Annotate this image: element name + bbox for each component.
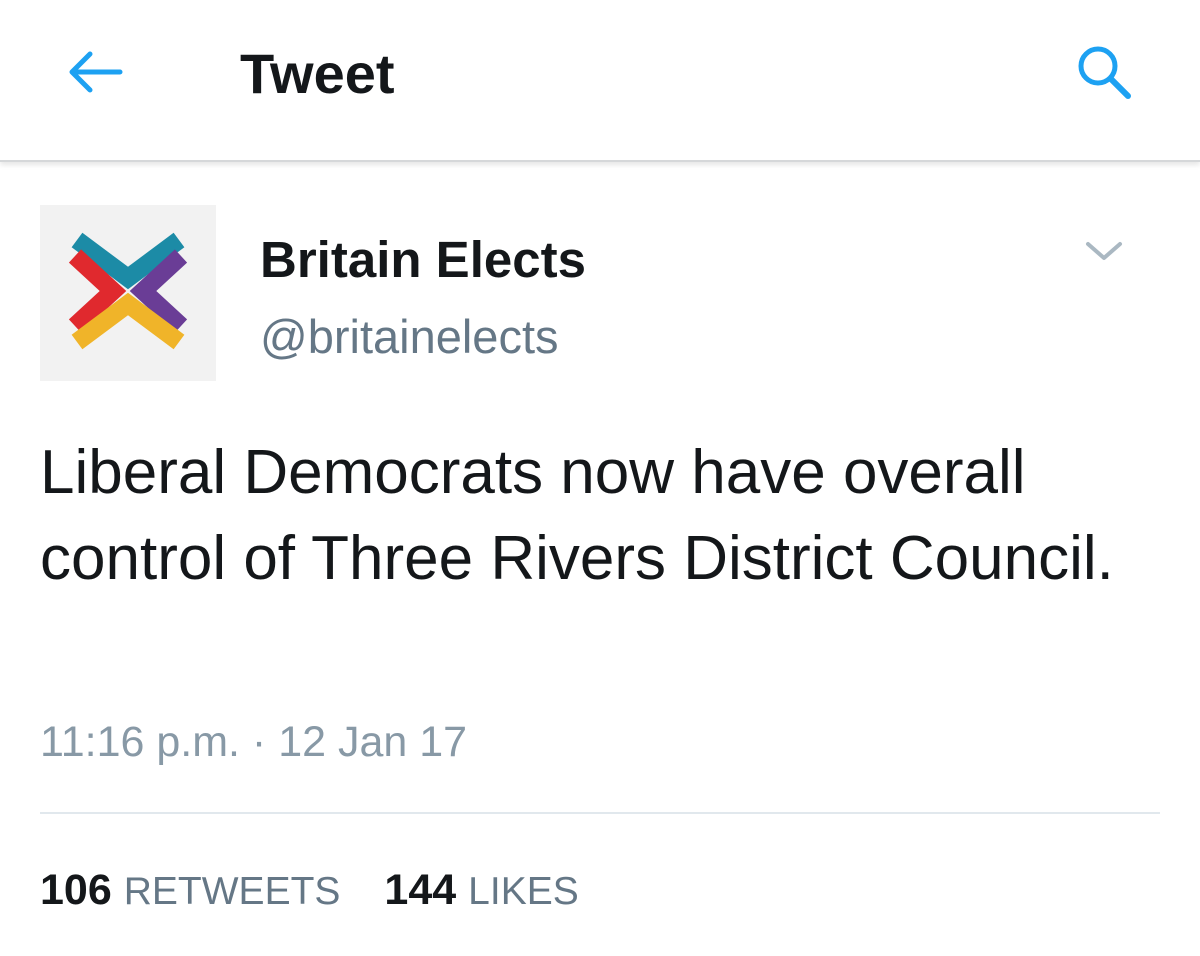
tweet-timestamp: 11:16 p.m. · 12 Jan 17 — [40, 718, 468, 766]
author-display-name[interactable]: Britain Elects — [260, 228, 586, 292]
back-button[interactable] — [58, 40, 130, 108]
retweets-stat[interactable]: 106 RETWEETS — [40, 862, 340, 920]
arrow-left-icon — [64, 48, 124, 101]
likes-stat[interactable]: 144 LIKES — [384, 862, 578, 920]
search-button[interactable] — [1068, 40, 1140, 108]
retweets-count: 106 — [40, 866, 112, 914]
avatar[interactable] — [40, 205, 216, 381]
chevron-down-icon — [1084, 240, 1124, 269]
author-handle[interactable]: @britainelects — [260, 307, 559, 367]
page-title: Tweet — [240, 42, 395, 105]
tweet-menu-button[interactable] — [1080, 234, 1128, 274]
search-icon — [1072, 40, 1136, 109]
retweets-label: RETWEETS — [123, 870, 341, 913]
divider — [40, 812, 1160, 814]
likes-count: 144 — [384, 866, 457, 914]
britain-elects-logo — [53, 216, 203, 371]
likes-label: LIKES — [468, 870, 579, 913]
top-app-bar: Tweet — [0, 0, 1200, 162]
tweet-text: Liberal Democrats now have overall contr… — [40, 438, 1114, 593]
tweet-stats: 106 RETWEETS 144 LIKES — [40, 862, 623, 920]
